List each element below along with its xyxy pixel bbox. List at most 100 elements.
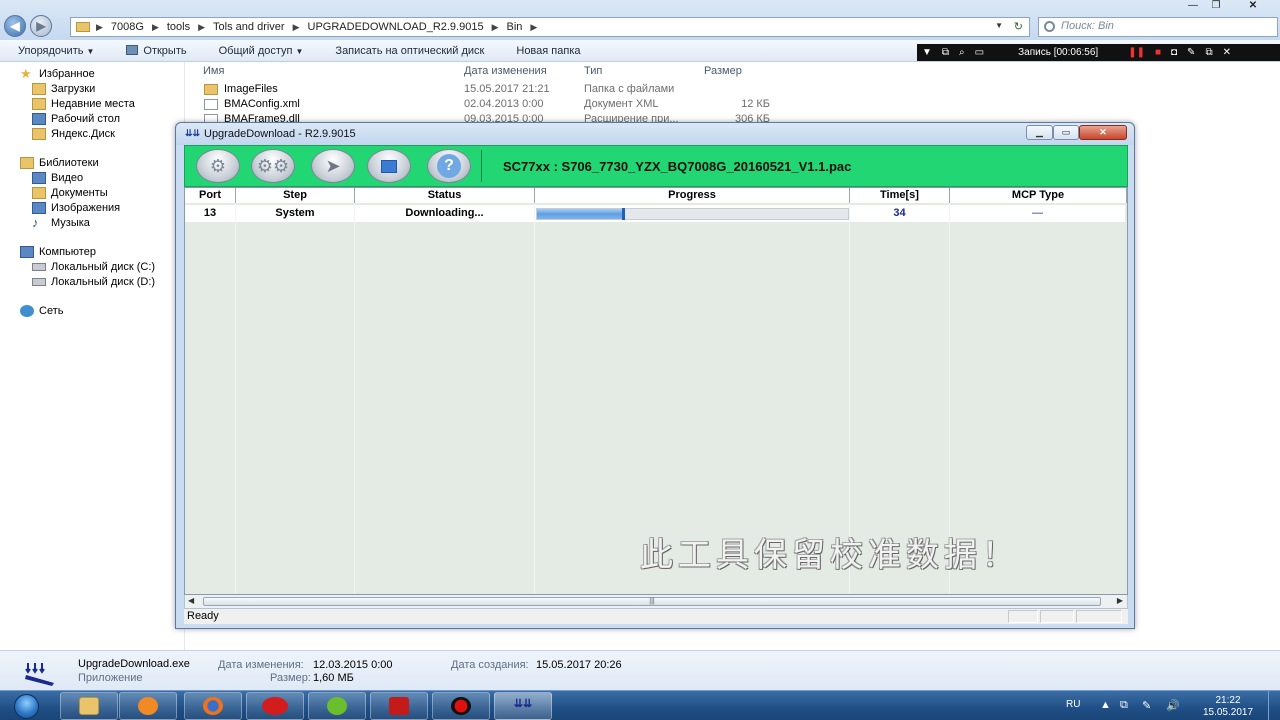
organize-button[interactable]: Упорядочить ▼ xyxy=(0,45,108,57)
taskbar-app-opera[interactable] xyxy=(246,692,304,720)
scrollbar-thumb[interactable]: ||| xyxy=(203,597,1101,606)
file-date: 15.05.2017 21:21 xyxy=(464,83,550,95)
stop-download-button[interactable] xyxy=(367,149,411,183)
taskbar-app-acrobat[interactable] xyxy=(370,692,428,720)
search-input[interactable]: Поиск: Bin xyxy=(1038,17,1278,37)
nav-images[interactable]: Изображения xyxy=(32,202,120,214)
column-header-date[interactable]: Дата изменения xyxy=(464,65,547,77)
start-download-button[interactable]: ➤ xyxy=(311,149,355,183)
chevron-right-icon[interactable]: ▶ xyxy=(291,22,302,33)
breadcrumb-item[interactable]: UPGRADEDOWNLOAD_R2.9.9015 xyxy=(302,21,490,33)
chevron-right-icon[interactable]: ▶ xyxy=(196,22,207,33)
nav-disk-d[interactable]: Локальный диск (D:) xyxy=(32,276,155,288)
volume-icon[interactable]: 🔊 xyxy=(1166,699,1180,712)
stop-record-icon[interactable]: ■ xyxy=(1150,47,1166,58)
breadcrumb-item[interactable]: 7008G xyxy=(105,21,150,33)
close-icon[interactable]: ✕ xyxy=(1240,0,1266,14)
config-button[interactable]: ⚙⚙ xyxy=(251,149,295,183)
disk-icon xyxy=(32,263,46,271)
taskbar-app-firefox[interactable] xyxy=(184,692,242,720)
help-icon: ? xyxy=(437,154,461,178)
column-header-mcp-type[interactable]: MCP Type xyxy=(950,188,1127,203)
file-row[interactable]: BMAConfig.xml 02.04.2013 0:00 Документ X… xyxy=(200,98,800,113)
chevron-down-icon[interactable]: ▼ xyxy=(917,47,937,58)
share-button[interactable]: Общий доступ ▼ xyxy=(201,45,318,57)
clock[interactable]: 21:22 15.05.2017 xyxy=(1196,695,1260,719)
burn-button[interactable]: Записать на оптический диск xyxy=(317,45,498,57)
start-button[interactable] xyxy=(2,692,52,720)
refresh-icon[interactable]: ↻ xyxy=(1014,20,1023,33)
column-header-port[interactable]: Port xyxy=(185,188,236,203)
nav-documents[interactable]: Документы xyxy=(32,187,108,199)
nav-desktop[interactable]: Рабочий стол xyxy=(32,113,120,125)
search-placeholder: Поиск: Bin xyxy=(1061,20,1114,32)
nav-disk-c[interactable]: Локальный диск (C:) xyxy=(32,261,155,273)
nav-computer[interactable]: Компьютер xyxy=(20,246,96,258)
breadcrumb-item[interactable]: Tols and driver xyxy=(207,21,291,33)
taskbar-app-upgradedownload[interactable]: ⇊⇊ xyxy=(494,692,552,720)
column-header-name[interactable]: Имя xyxy=(203,65,224,77)
region-icon[interactable]: ▭ xyxy=(970,47,989,58)
open-button[interactable]: Открыть xyxy=(108,44,200,57)
chevron-down-icon[interactable]: ▼ xyxy=(995,21,1003,30)
window-icon[interactable]: ⧉ xyxy=(937,47,954,58)
window-icon[interactable]: ⧉ xyxy=(1200,47,1217,58)
column-header-status[interactable]: Status xyxy=(355,188,535,203)
nav-music[interactable]: ♪ Музыка xyxy=(32,216,90,229)
chevron-right-icon[interactable]: ▶ xyxy=(490,22,501,33)
maximize-icon[interactable]: ❐ xyxy=(1203,0,1229,14)
share-label: Общий доступ xyxy=(218,44,293,57)
camera-icon[interactable]: ◘ xyxy=(1166,47,1182,58)
language-indicator[interactable]: RU xyxy=(1066,699,1080,710)
file-row[interactable]: ImageFiles 15.05.2017 21:21 Папка с файл… xyxy=(200,83,800,98)
column-header-step[interactable]: Step xyxy=(236,188,355,203)
nav-libraries[interactable]: Библиотеки xyxy=(20,157,99,169)
forward-button[interactable]: ▶ xyxy=(30,15,52,37)
nav-yandex[interactable]: Яндекс.Диск xyxy=(32,128,115,140)
library-icon xyxy=(20,157,34,169)
column-header-size[interactable]: Размер xyxy=(704,65,742,77)
chevron-right-icon[interactable]: ▶ xyxy=(528,22,539,33)
tray-expand-icon[interactable]: ▲ xyxy=(1100,699,1111,711)
stop-icon xyxy=(381,159,397,173)
show-desktop-button[interactable] xyxy=(1268,691,1280,720)
taskbar-app-utorrent[interactable] xyxy=(308,692,366,720)
minimize-button[interactable]: ▁ xyxy=(1026,125,1053,140)
chevron-right-icon[interactable]: ▶ xyxy=(150,22,161,33)
taskbar-app-media[interactable] xyxy=(119,692,177,720)
scroll-left-icon[interactable]: ◀ xyxy=(188,596,194,605)
maximize-button[interactable]: ▭ xyxy=(1053,125,1079,140)
taskbar-app-recorder[interactable] xyxy=(432,692,490,720)
organize-label: Упорядочить xyxy=(18,44,84,57)
scroll-right-icon[interactable]: ▶ xyxy=(1117,596,1123,605)
title-bar[interactable]: ⇊⇊ UpgradeDownload - R2.9.9015 ▁ ▭ ✕ xyxy=(176,123,1134,145)
help-button[interactable]: ? xyxy=(427,149,471,183)
tray-app-icon[interactable]: ⧉ xyxy=(1120,699,1128,712)
column-header-progress[interactable]: Progress xyxy=(535,188,850,203)
close-button[interactable]: ✕ xyxy=(1079,125,1127,140)
nav-network[interactable]: Сеть xyxy=(20,305,63,317)
column-header-type[interactable]: Тип xyxy=(584,65,602,77)
nav-recent[interactable]: Недавние места xyxy=(32,98,135,110)
nav-favorites[interactable]: ★ Избранное xyxy=(20,67,95,80)
breadcrumb[interactable]: ▶ 7008G ▶ tools ▶ Tols and driver ▶ UPGR… xyxy=(70,17,1030,37)
settings-button[interactable]: ⚙ xyxy=(196,149,240,183)
taskbar-app-explorer[interactable] xyxy=(60,692,118,720)
horizontal-scrollbar[interactable]: ◀ ||| ▶ xyxy=(184,595,1128,609)
new-folder-button[interactable]: Новая папка xyxy=(498,45,594,57)
nav-downloads[interactable]: Загрузки xyxy=(32,83,95,95)
column-header-time[interactable]: Time[s] xyxy=(850,188,950,203)
disk-icon xyxy=(32,278,46,286)
chevron-right-icon[interactable]: ▶ xyxy=(94,22,105,33)
breadcrumb-item[interactable]: Bin xyxy=(501,21,529,33)
zoom-icon[interactable]: ⌕ xyxy=(954,47,970,58)
close-icon[interactable]: ✕ xyxy=(1218,47,1236,58)
pen-icon[interactable]: ✎ xyxy=(1182,47,1200,58)
breadcrumb-item[interactable]: tools xyxy=(161,21,196,33)
pause-icon[interactable]: ❚❚ xyxy=(1123,47,1150,58)
tray-app-icon[interactable]: ✎ xyxy=(1142,699,1151,712)
nav-video[interactable]: Видео xyxy=(32,172,83,184)
status-pane xyxy=(1076,610,1122,623)
progress-marker xyxy=(622,208,626,220)
back-button[interactable]: ◀ xyxy=(4,15,26,37)
